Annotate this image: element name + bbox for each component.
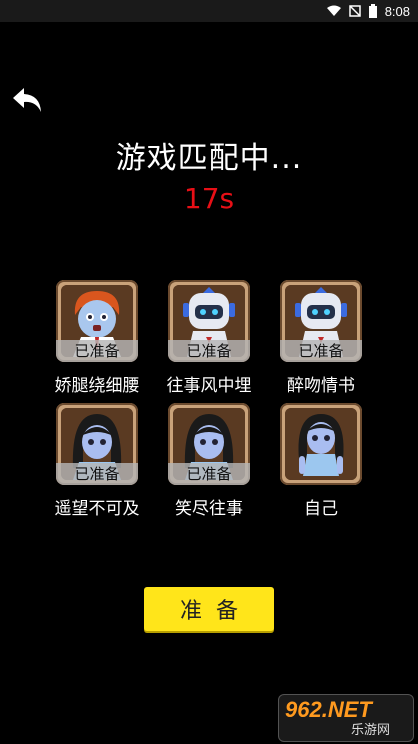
back-arrow-icon bbox=[13, 88, 41, 112]
no-sim-icon bbox=[348, 5, 361, 17]
player-card: 已准备 bbox=[280, 280, 362, 362]
player-name: 自己 bbox=[304, 499, 338, 519]
player-name: 娇腿绕细腰 bbox=[54, 376, 140, 396]
page-title: 游戏匹配中... bbox=[115, 141, 303, 176]
status-icons: 8:08 bbox=[326, 0, 410, 22]
watermark-sub: 乐游网 bbox=[351, 723, 391, 738]
back-button[interactable] bbox=[10, 84, 44, 116]
girl-avatar-image bbox=[285, 408, 357, 480]
player-card: 已准备 bbox=[168, 403, 250, 485]
status-badge: 已准备 bbox=[280, 340, 362, 362]
player-card: 已准备 bbox=[56, 403, 138, 485]
avatar bbox=[285, 408, 357, 480]
status-badge: 已准备 bbox=[56, 340, 138, 362]
battery-icon bbox=[368, 4, 377, 18]
countdown-timer: 17s bbox=[183, 182, 235, 215]
player-name: 醉吻情书 bbox=[287, 376, 355, 396]
status-badge: 已准备 bbox=[168, 340, 250, 362]
status-time: 8:08 bbox=[384, 3, 410, 19]
status-bar: 8:08 bbox=[0, 0, 418, 22]
watermark-logo: 962.NET 乐游网 bbox=[278, 694, 414, 742]
player-name: 遥望不可及 bbox=[54, 499, 140, 519]
status-badge: 已准备 bbox=[56, 463, 138, 485]
player-card-self bbox=[280, 403, 362, 485]
ready-button[interactable]: 准备 bbox=[144, 587, 274, 631]
player-name: 往事风中埋 bbox=[166, 376, 252, 396]
status-badge: 已准备 bbox=[168, 463, 250, 485]
player-card: 已准备 bbox=[56, 280, 138, 362]
player-name: 笑尽往事 bbox=[175, 499, 243, 519]
player-card: 已准备 bbox=[168, 280, 250, 362]
wifi-icon bbox=[326, 5, 341, 16]
